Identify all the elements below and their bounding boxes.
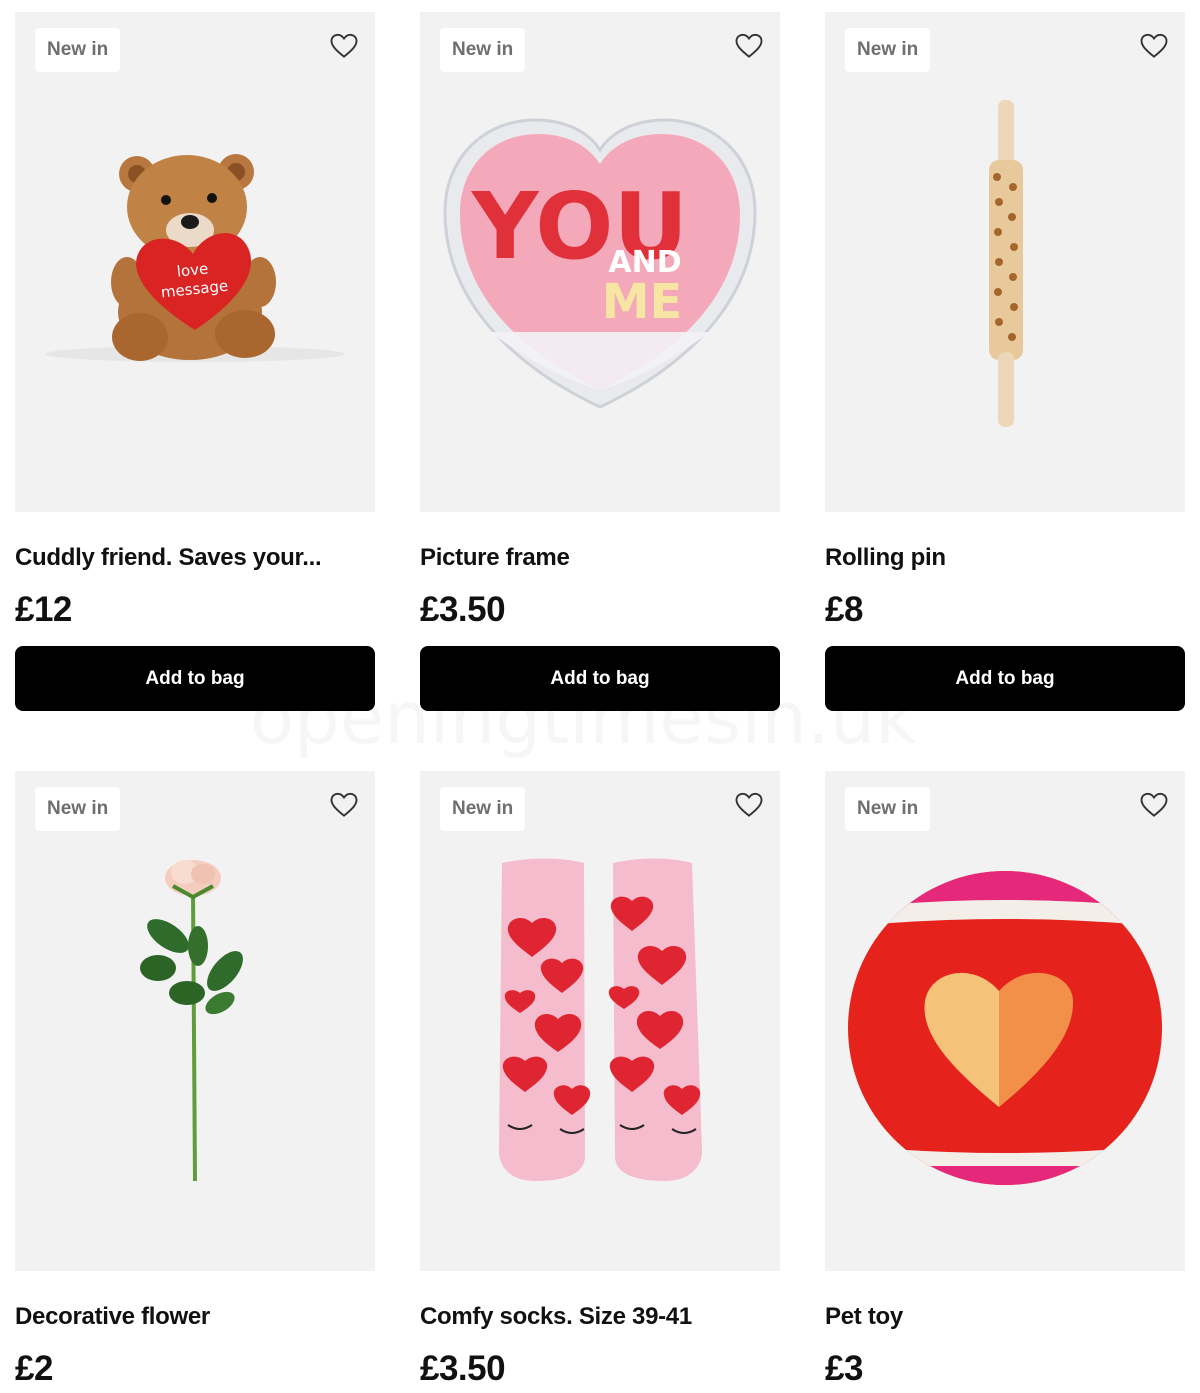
new-in-badge: New in <box>35 787 121 831</box>
product-card[interactable]: New in Decorative flower £2 <box>15 771 375 1388</box>
product-image-tile[interactable]: New in <box>825 12 1185 512</box>
new-in-badge: New in <box>845 787 931 831</box>
heart-picture-frame-image: YOU AND ME <box>443 118 757 409</box>
product-title[interactable]: Comfy socks. Size 39-41 <box>420 1303 692 1331</box>
product-title[interactable]: Picture frame <box>420 544 570 572</box>
frame-text-me: ME <box>602 274 683 330</box>
heart-outline-icon[interactable] <box>734 790 764 820</box>
product-title[interactable]: Decorative flower <box>15 1303 210 1331</box>
heart-outline-icon[interactable] <box>329 790 359 820</box>
heart-outline-icon[interactable] <box>734 31 764 61</box>
product-title[interactable]: Rolling pin <box>825 544 946 572</box>
product-image-tile[interactable]: love message New in <box>15 12 375 512</box>
product-card[interactable]: New in Pet toy £3 <box>825 771 1185 1388</box>
product-image-tile[interactable]: New in <box>825 771 1185 1271</box>
add-to-bag-button[interactable]: Add to bag <box>825 646 1185 711</box>
decorative-flower-image <box>140 860 243 1182</box>
product-price: £2 <box>15 1349 53 1388</box>
product-image-tile[interactable]: New in <box>15 771 375 1271</box>
product-price: £8 <box>825 590 863 629</box>
rolling-pin-image <box>989 100 1023 427</box>
product-card[interactable]: YOU AND ME New in Picture frame £3.50 Ad… <box>420 12 780 711</box>
comfy-socks-image <box>498 858 703 1181</box>
product-card[interactable]: New in Comfy socks. Size 39-41 £3.50 <box>420 771 780 1388</box>
heart-outline-icon[interactable] <box>1139 31 1169 61</box>
product-title[interactable]: Cuddly friend. Saves your... <box>15 544 322 572</box>
product-image-tile[interactable]: YOU AND ME New in <box>420 12 780 512</box>
product-price: £3 <box>825 1349 863 1388</box>
new-in-badge: New in <box>440 28 526 72</box>
pet-toy-ball-image <box>848 871 1162 1185</box>
new-in-badge: New in <box>440 787 526 831</box>
product-price: £3.50 <box>420 590 506 629</box>
product-price: £3.50 <box>420 1349 506 1388</box>
product-card[interactable]: love message New in Cuddly friend. Saves… <box>15 12 375 711</box>
product-price: £12 <box>15 590 72 629</box>
product-card[interactable]: New in Rolling pin £8 Add to bag <box>825 12 1185 711</box>
teddy-heart-text-line1: love <box>176 259 209 280</box>
heart-outline-icon[interactable] <box>329 31 359 61</box>
new-in-badge: New in <box>845 28 931 72</box>
add-to-bag-button[interactable]: Add to bag <box>15 646 375 711</box>
add-to-bag-button[interactable]: Add to bag <box>420 646 780 711</box>
new-in-badge: New in <box>35 28 121 72</box>
teddy-bear-image: love message <box>45 154 345 362</box>
product-image-tile[interactable]: New in <box>420 771 780 1271</box>
product-title[interactable]: Pet toy <box>825 1303 903 1331</box>
heart-outline-icon[interactable] <box>1139 790 1169 820</box>
